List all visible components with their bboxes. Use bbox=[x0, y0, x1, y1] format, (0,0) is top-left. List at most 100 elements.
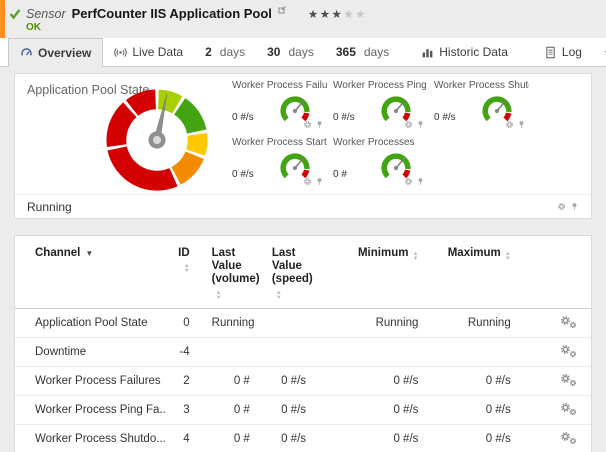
cell-maximum: 0 #/s bbox=[432, 367, 524, 396]
tab-2-days-number: 2 bbox=[205, 45, 212, 59]
cell-maximum: 0 #/s bbox=[432, 396, 524, 425]
cell-id: -4 bbox=[166, 338, 204, 367]
pin-icon[interactable] bbox=[416, 120, 425, 129]
cell-last-volume: 0 # bbox=[204, 367, 264, 396]
mini-gauge-title: Worker Process Shutdown Fa... bbox=[434, 80, 529, 91]
popout-icon[interactable] bbox=[278, 6, 286, 14]
mini-gauge-worker-process-shutdown-failures: Worker Process Shutdown Fa... 0 #/s bbox=[430, 76, 531, 133]
sort-icon[interactable]: ▲▼ bbox=[505, 252, 511, 262]
gear-icon[interactable] bbox=[557, 202, 566, 211]
tab-2-days[interactable]: 2 days bbox=[194, 38, 256, 66]
channels-table: Channel▼ ID▲▼ Last Value (volume)▲▼ Last… bbox=[15, 236, 591, 452]
gear-icon[interactable] bbox=[404, 177, 413, 186]
cell-maximum: Running bbox=[432, 309, 524, 338]
pin-icon[interactable] bbox=[315, 120, 324, 129]
sort-icon[interactable]: ▲▼ bbox=[276, 291, 282, 301]
gauges-panel: Application Pool State Worker Process Fa… bbox=[14, 73, 592, 219]
cell-last-speed bbox=[264, 309, 320, 338]
tab-30-days[interactable]: 30 days bbox=[256, 38, 325, 66]
channel-settings-icon[interactable] bbox=[560, 344, 577, 357]
cell-id: 0 bbox=[166, 309, 204, 338]
cell-id: 3 bbox=[166, 396, 204, 425]
cell-channel: Worker Process Failures bbox=[15, 367, 166, 396]
header-last-value-volume[interactable]: Last Value (volume)▲▼ bbox=[204, 236, 264, 309]
sort-icon[interactable]: ▲▼ bbox=[184, 264, 190, 274]
cell-last-volume: 0 # bbox=[204, 425, 264, 452]
cell-channel: Downtime bbox=[15, 338, 166, 367]
cell-minimum: 0 #/s bbox=[320, 425, 432, 452]
tab-log[interactable]: Log bbox=[533, 38, 593, 66]
table-row: Worker Process Ping Fa... 3 0 # 0 #/s 0 … bbox=[15, 396, 591, 425]
channel-settings-icon[interactable] bbox=[560, 373, 577, 386]
cell-minimum bbox=[320, 338, 432, 367]
main-gauge-footer: Running bbox=[15, 194, 591, 218]
main-gauge-status: Running bbox=[27, 200, 72, 214]
stars-filled: ★★★ bbox=[308, 9, 343, 21]
historic-data-icon bbox=[421, 46, 434, 59]
header-minimum[interactable]: Minimum▲▼ bbox=[320, 236, 432, 309]
gear-icon[interactable] bbox=[303, 177, 312, 186]
cell-maximum bbox=[432, 338, 524, 367]
pin-icon[interactable] bbox=[416, 177, 425, 186]
cell-channel: Worker Process Shutdo... bbox=[15, 425, 166, 452]
cell-channel: Application Pool State bbox=[15, 309, 166, 338]
gear-icon[interactable] bbox=[303, 120, 312, 129]
table-row: Downtime -4 bbox=[15, 338, 591, 367]
page-title: PerfCounter IIS Application Pool bbox=[72, 6, 272, 21]
priority-accent-bar bbox=[0, 0, 5, 38]
tab-settings[interactable]: Settings bbox=[593, 38, 606, 66]
mini-gauge-title: Worker Process Startup Failu... bbox=[232, 137, 327, 148]
cell-id: 4 bbox=[166, 425, 204, 452]
status-ok-check-icon bbox=[9, 8, 21, 20]
pin-icon[interactable] bbox=[517, 120, 526, 129]
gear-icon[interactable] bbox=[505, 120, 514, 129]
tab-365-days[interactable]: 365 days bbox=[325, 38, 400, 66]
mini-gauge-title: Worker Process Ping Failures bbox=[333, 80, 428, 91]
header-id[interactable]: ID▲▼ bbox=[166, 236, 204, 309]
stars-empty: ★★ bbox=[343, 9, 367, 21]
cell-last-volume: Running bbox=[204, 309, 264, 338]
pin-icon[interactable] bbox=[315, 177, 324, 186]
priority-stars[interactable]: ★★★★★ bbox=[308, 7, 367, 21]
mini-gauge-value: 0 #/s bbox=[434, 112, 456, 127]
log-icon bbox=[544, 46, 557, 59]
sort-icon[interactable]: ▲▼ bbox=[216, 291, 222, 301]
mini-gauge-value: 0 #/s bbox=[232, 169, 254, 184]
channel-settings-icon[interactable] bbox=[560, 402, 577, 415]
channels-table-panel: Channel▼ ID▲▼ Last Value (volume)▲▼ Last… bbox=[14, 235, 592, 452]
cell-minimum: Running bbox=[320, 309, 432, 338]
pin-icon[interactable] bbox=[570, 202, 579, 211]
tab-live-data[interactable]: Live Data bbox=[103, 38, 194, 66]
content-area: Application Pool State Worker Process Fa… bbox=[0, 67, 606, 452]
cell-last-speed: 0 #/s bbox=[264, 367, 320, 396]
tab-2-days-unit: days bbox=[220, 45, 245, 59]
table-row: Application Pool State 0 Running Running… bbox=[15, 309, 591, 338]
tab-overview[interactable]: Overview bbox=[8, 38, 103, 67]
header-maximum[interactable]: Maximum▲▼ bbox=[432, 236, 524, 309]
sort-icon[interactable]: ▲▼ bbox=[412, 252, 418, 262]
mini-gauge-title: Worker Processes bbox=[333, 137, 428, 148]
live-data-icon bbox=[114, 46, 127, 59]
tab-historic-data-label: Historic Data bbox=[439, 45, 508, 59]
sort-desc-icon[interactable]: ▼ bbox=[85, 249, 93, 258]
cell-last-speed bbox=[264, 338, 320, 367]
header-last-value-speed[interactable]: Last Value (speed)▲▼ bbox=[264, 236, 320, 309]
tab-historic-data[interactable]: Historic Data bbox=[410, 38, 519, 66]
cell-last-volume: 0 # bbox=[204, 396, 264, 425]
header-channel[interactable]: Channel▼ bbox=[15, 236, 166, 309]
tab-365-days-number: 365 bbox=[336, 45, 356, 59]
object-type-label: Sensor bbox=[26, 7, 66, 21]
mini-gauge-value: 0 # bbox=[333, 169, 347, 184]
mini-gauge-worker-process-ping-failures: Worker Process Ping Failures 0 #/s bbox=[329, 76, 430, 133]
mini-gauge-worker-process-failures: Worker Process Failures 0 #/s bbox=[228, 76, 329, 133]
table-row: Worker Process Failures 2 0 # 0 #/s 0 #/… bbox=[15, 367, 591, 396]
mini-gauge-value: 0 #/s bbox=[232, 112, 254, 127]
gear-icon[interactable] bbox=[404, 120, 413, 129]
channel-settings-icon[interactable] bbox=[560, 431, 577, 444]
status-badge: OK bbox=[26, 22, 606, 33]
cell-channel: Worker Process Ping Fa... bbox=[15, 396, 166, 425]
mini-gauges-grid: Worker Process Failures 0 #/s Worker Pro… bbox=[228, 76, 531, 190]
prtg-sensor-page: Sensor PerfCounter IIS Application Pool … bbox=[0, 0, 606, 452]
tab-live-data-label: Live Data bbox=[132, 45, 183, 59]
channel-settings-icon[interactable] bbox=[560, 315, 577, 328]
